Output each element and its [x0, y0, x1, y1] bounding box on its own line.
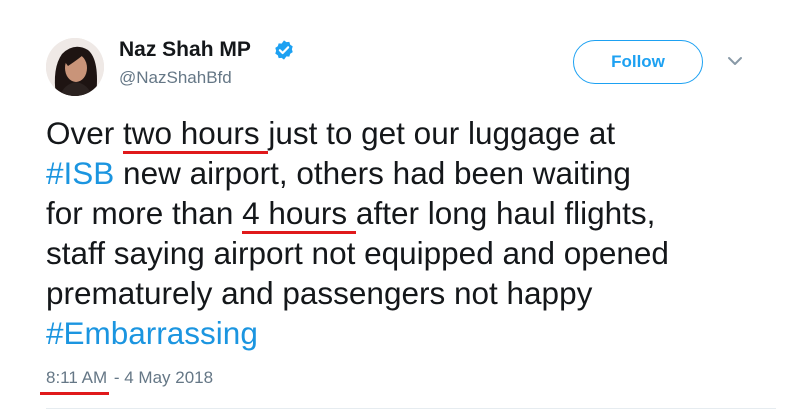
text-segment: new airport, others had been waiting — [114, 155, 631, 191]
author-handle[interactable]: @NazShahBfd — [119, 68, 232, 88]
avatar-image — [46, 38, 104, 96]
tweet-text: Over two hours just to get our luggage a… — [46, 113, 776, 353]
hashtag-link[interactable]: #Embarrassing — [46, 315, 258, 351]
underlined-phrase: 4 hours — [242, 195, 356, 234]
author-display-name[interactable]: Naz Shah MP — [119, 38, 251, 62]
tweet-line: prematurely and passengers not happy — [46, 275, 593, 311]
text-segment: Over — [46, 115, 124, 151]
text-segment: just to get our luggage at — [268, 115, 616, 151]
divider — [46, 408, 776, 409]
follow-button[interactable]: Follow — [573, 40, 703, 84]
timestamp-separator: - — [109, 368, 125, 387]
tweet-line: #Embarrassing — [46, 313, 776, 353]
tweet-line: Over two hours just to get our luggage a… — [46, 113, 776, 154]
tweet-line: staff saying airport not equipped and op… — [46, 235, 669, 271]
tweet-timestamp[interactable]: 8:11 AM - 4 May 2018 — [40, 368, 213, 395]
underlined-phrase: two hours — [123, 115, 269, 154]
timestamp-time[interactable]: 8:11 AM — [40, 368, 110, 395]
tweet-line: for more than 4 hours after long haul fl… — [46, 193, 776, 234]
hashtag-link[interactable]: #ISB — [46, 155, 114, 191]
text-segment: for more than — [46, 195, 243, 231]
tweet-card: Naz Shah MP @NazShahBfd Follow Over two … — [0, 0, 795, 412]
text-segment: after long haul flights, — [355, 195, 656, 231]
chevron-down-icon[interactable] — [725, 54, 745, 68]
timestamp-date[interactable]: 4 May 2018 — [124, 368, 213, 387]
verified-badge-icon — [273, 39, 295, 61]
author-avatar[interactable] — [46, 38, 104, 96]
tweet-line: #ISB new airport, others had been waitin… — [46, 153, 776, 193]
